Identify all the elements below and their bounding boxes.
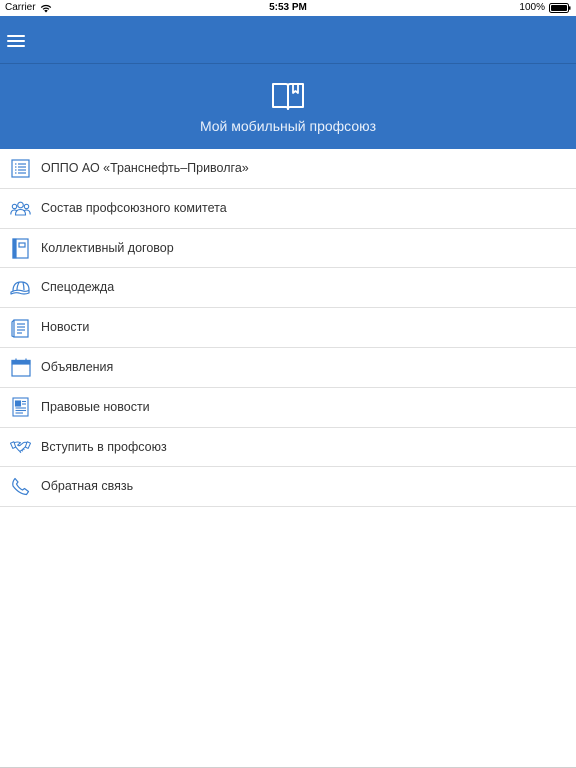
calendar-icon bbox=[10, 357, 31, 378]
menu-item-label: Состав профсоюзного комитета bbox=[41, 200, 227, 215]
menu-item-label: Вступить в профсоюз bbox=[41, 439, 167, 454]
menu-item-organization[interactable]: ОППО АО «Транснефть–Приволга» bbox=[0, 149, 576, 189]
battery-icon bbox=[549, 3, 571, 13]
menu-item-join-union[interactable]: Вступить в профсоюз bbox=[0, 428, 576, 468]
app-title: Мой мобильный профсоюз bbox=[199, 118, 377, 134]
menu-item-label: Коллективный договор bbox=[41, 240, 174, 255]
menu-item-news[interactable]: Новости bbox=[0, 308, 576, 348]
menu-item-label: Новости bbox=[41, 320, 90, 335]
main-menu: ОППО АО «Транснефть–Приволга» Состав про… bbox=[0, 149, 576, 508]
list-icon bbox=[10, 158, 31, 179]
menu-item-committee[interactable]: Состав профсоюзного комитета bbox=[0, 189, 576, 229]
menu-icon[interactable] bbox=[6, 32, 26, 50]
menu-item-label: Обратная связь bbox=[41, 479, 134, 494]
battery-percent: 100% bbox=[519, 2, 545, 13]
menu-item-legal-news[interactable]: Правовые новости bbox=[0, 388, 576, 428]
navigation-bar bbox=[0, 16, 576, 64]
menu-item-announcements[interactable]: Объявления bbox=[0, 348, 576, 388]
document-icon bbox=[10, 317, 31, 338]
app-header: Мой мобильный профсоюз bbox=[0, 64, 576, 149]
menu-item-label: Объявления bbox=[41, 359, 114, 374]
menu-item-workwear[interactable]: Спецодежда bbox=[0, 268, 576, 309]
menu-item-feedback[interactable]: Обратная связь bbox=[0, 467, 576, 508]
menu-item-agreement[interactable]: Коллективный договор bbox=[0, 229, 576, 269]
status-bar: Carrier 5:53 PM 100% bbox=[0, 0, 576, 16]
notebook-icon bbox=[10, 237, 31, 259]
newspaper-icon bbox=[10, 397, 31, 418]
hard-hat-icon bbox=[10, 277, 31, 298]
menu-item-label: ОППО АО «Транснефть–Приволга» bbox=[41, 161, 249, 175]
menu-item-label: Правовые новости bbox=[41, 399, 150, 414]
phone-icon bbox=[10, 476, 31, 497]
book-icon bbox=[272, 83, 304, 110]
handshake-icon bbox=[10, 437, 31, 458]
group-icon bbox=[10, 198, 31, 219]
menu-item-label: Спецодежда bbox=[41, 280, 115, 295]
status-time: 5:53 PM bbox=[269, 2, 307, 13]
